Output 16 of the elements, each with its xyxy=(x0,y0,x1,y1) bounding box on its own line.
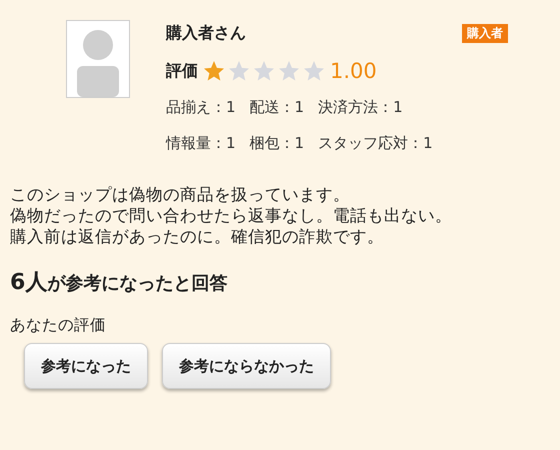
helpful-summary: 6人が参考になったと回答 xyxy=(10,269,228,297)
score-text: 品揃え：1 xyxy=(166,98,236,118)
vote-button[interactable]: 参考にならなかった xyxy=(162,343,331,389)
vote-button[interactable]: 参考になった xyxy=(24,343,148,389)
rating-value: 1.00 xyxy=(330,59,377,83)
score-text: 梱包：1 xyxy=(250,134,304,154)
reviewer-name: 購入者さん xyxy=(166,22,246,44)
score-text: スタッフ応対：1 xyxy=(318,134,433,154)
score-text: 決済方法：1 xyxy=(318,98,403,118)
score-text: 配送：1 xyxy=(250,98,304,118)
avatar-icon xyxy=(66,20,130,98)
your-rating-label: あなたの評価 xyxy=(10,315,107,336)
review-text: このショップは偽物の商品を扱っています。 偽物だったので問い合わせたら返事なし。電話も出ない。 購入前は返信があったのに。確信犯の詐欺です。 xyxy=(9,184,453,247)
score-text: 情報量：1 xyxy=(166,134,236,154)
purchaser-badge: 購入者 xyxy=(462,24,508,42)
rating-label: 評価 xyxy=(166,60,198,82)
